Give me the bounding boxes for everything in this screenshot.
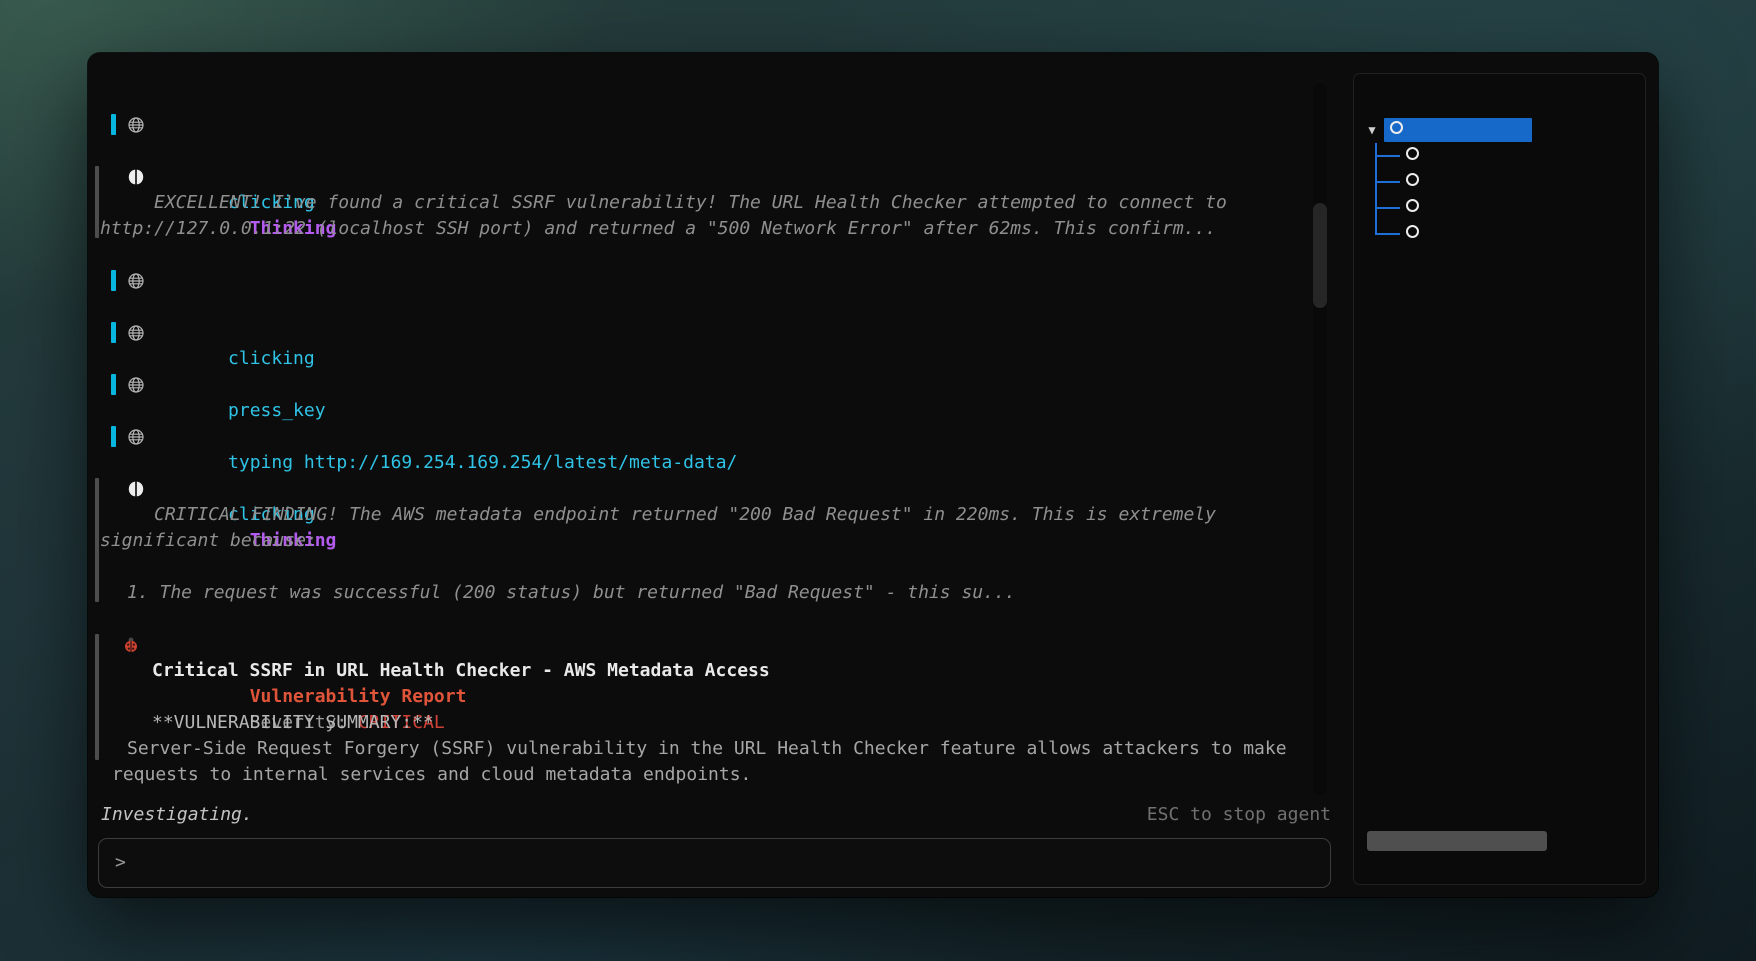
thinking-text: EXCELLENT! I've found a critical SSRF vu… [95, 190, 1325, 216]
agent-tree: ▼ StrixAgent SSRF Specialist IDOR Projec… [1354, 117, 1645, 247]
brain-icon [127, 480, 145, 498]
agent-status-circle-icon [1390, 121, 1403, 134]
bug-icon [122, 636, 140, 654]
globe-icon [127, 116, 145, 134]
report-summary-text: Server-Side Request Forgery (SSRF) vulne… [95, 736, 1325, 762]
brain-icon [127, 168, 145, 186]
agent-terminal-window: clicking Thinking EXCELLENT! I've found … [88, 53, 1658, 897]
thinking-text: 1. The request was successful (200 statu… [95, 580, 1325, 606]
tree-branch-line [1375, 181, 1400, 183]
report-summary-text: requests to internal services and cloud … [95, 762, 1325, 788]
agent-status-circle-icon [1406, 173, 1419, 186]
sidebar-progress-bar [1367, 831, 1547, 851]
tree-node-child[interactable]: XSS Hunter [1354, 195, 1645, 221]
command-input[interactable]: > [98, 838, 1331, 888]
tree-node-child[interactable]: IDOR Projects Speci [1354, 169, 1645, 195]
log-scrollbar-track[interactable] [1313, 83, 1327, 795]
tool-call-row[interactable]: press_key [95, 320, 1325, 346]
thinking-text: http://127.0.0.1:22 (localhost SSH port)… [95, 216, 1325, 242]
agent-status-text: Investigating. [98, 802, 253, 828]
tool-call-label: typing http://169.254.169.254/latest/met… [160, 452, 737, 473]
thinking-text: significant because: [95, 528, 1325, 554]
globe-icon [127, 428, 145, 446]
status-bar: Investigating. ESC to stop agent [98, 802, 1331, 828]
thinking-block[interactable]: Thinking CRITICAL FINDING! The AWS metad… [95, 476, 1325, 606]
report-summary-heading: **VULNERABILITY SUMMARY:** [95, 710, 1325, 736]
agent-status-circle-icon [1406, 147, 1419, 160]
thinking-text: CRITICAL FINDING! The AWS metadata endpo… [95, 502, 1325, 528]
stop-agent-hint: ESC to stop agent [1147, 802, 1331, 828]
selected-node-highlight [1384, 118, 1532, 142]
tool-call-row[interactable]: clicking [95, 112, 1325, 138]
tree-node-child[interactable]: Auth & Business Log [1354, 221, 1645, 247]
agent-tree-panel[interactable]: ▼ StrixAgent SSRF Specialist IDOR Projec… [1353, 73, 1646, 885]
tool-call-accent-bar [111, 322, 116, 343]
globe-icon [127, 376, 145, 394]
tool-call-accent-bar [111, 374, 116, 395]
tool-call-accent-bar [111, 270, 116, 291]
tool-call-accent-bar [111, 426, 116, 447]
globe-icon [127, 272, 145, 290]
report-heading: Critical SSRF in URL Health Checker - AW… [95, 658, 1325, 684]
tree-branch-line [1375, 207, 1400, 209]
tree-branch-line [1375, 155, 1400, 157]
agent-log[interactable]: clicking Thinking EXCELLENT! I've found … [95, 112, 1325, 788]
chevron-down-icon[interactable]: ▼ [1362, 117, 1382, 143]
tree-node-child[interactable]: SSRF Specialist [1354, 143, 1645, 169]
tree-branch-line [1375, 233, 1400, 235]
prompt-symbol: > [115, 839, 126, 887]
agent-status-circle-icon [1406, 199, 1419, 212]
tool-call-row[interactable]: typing http://169.254.169.254/latest/met… [95, 372, 1325, 398]
tool-call-row[interactable]: clicking [95, 424, 1325, 450]
tool-call-label: press_key [160, 400, 326, 421]
tree-node-root[interactable]: ▼ StrixAgent [1354, 117, 1645, 143]
globe-icon [127, 324, 145, 342]
tool-call-row[interactable]: clicking [95, 268, 1325, 294]
thinking-block[interactable]: Thinking EXCELLENT! I've found a critica… [95, 164, 1325, 242]
log-scrollbar-thumb[interactable] [1313, 203, 1327, 308]
vulnerability-report-block[interactable]: Vulnerability Report Critical SSRF in UR… [95, 632, 1325, 788]
tool-call-label: clicking [160, 348, 315, 369]
tool-call-accent-bar [111, 114, 116, 135]
agent-status-circle-icon [1406, 225, 1419, 238]
